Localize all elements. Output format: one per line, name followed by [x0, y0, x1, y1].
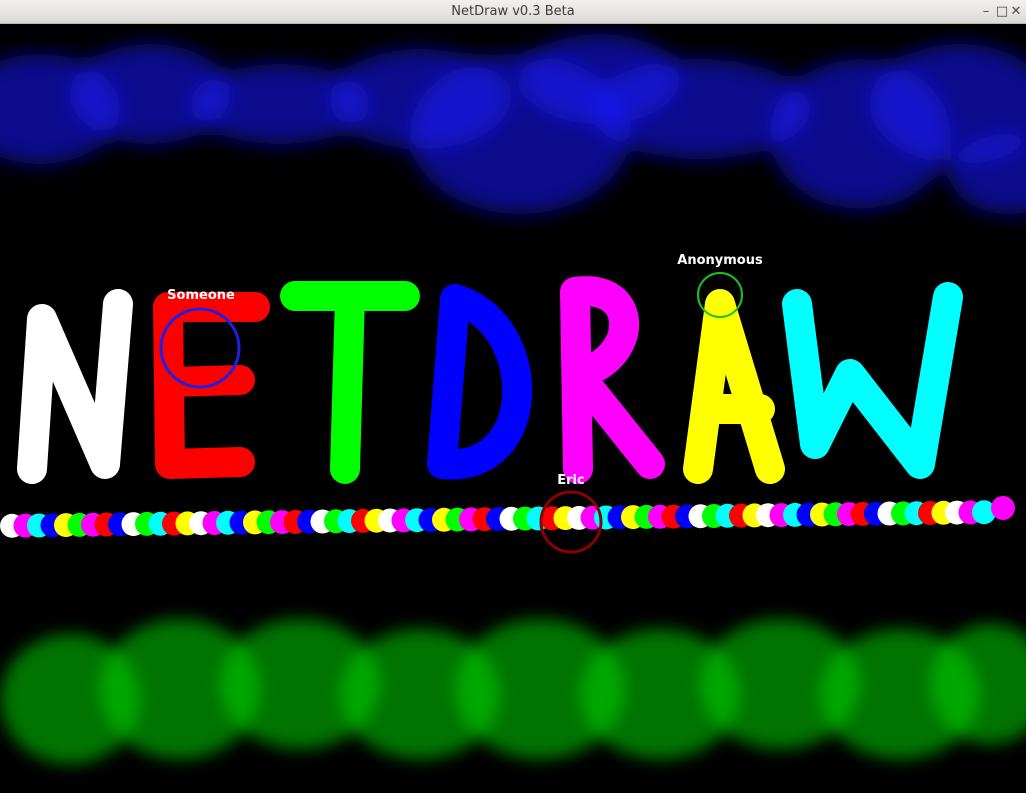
letter-w-stroke	[782, 282, 963, 479]
multicolor-dot-stroke	[0, 496, 1015, 538]
cursor-label-anonymous: Anonymous	[677, 253, 763, 268]
drawing-surface[interactable]	[0, 24, 1026, 793]
letter-t-stroke	[280, 281, 420, 484]
window-title: NetDraw v0.3 Beta	[451, 4, 575, 19]
drawing-canvas[interactable]: Someone Anonymous Eric	[0, 24, 1026, 793]
stroke-dot	[991, 496, 1015, 520]
title-bar[interactable]: NetDraw v0.3 Beta – □ ✕	[0, 0, 1026, 24]
close-button[interactable]: ✕	[1007, 3, 1025, 21]
letter-d-stroke	[427, 284, 533, 480]
blue-blur-stroke	[0, 34, 1026, 214]
letter-n-stroke	[17, 289, 133, 484]
letter-r-stroke	[560, 276, 665, 484]
cursor-label-someone: Someone	[167, 288, 235, 303]
cursor-label-eric: Eric	[557, 473, 585, 488]
green-blur-stroke	[0, 619, 1026, 764]
app-window: NetDraw v0.3 Beta – □ ✕ Someone Anonymou…	[0, 0, 1026, 793]
letter-a-stroke	[683, 289, 785, 484]
